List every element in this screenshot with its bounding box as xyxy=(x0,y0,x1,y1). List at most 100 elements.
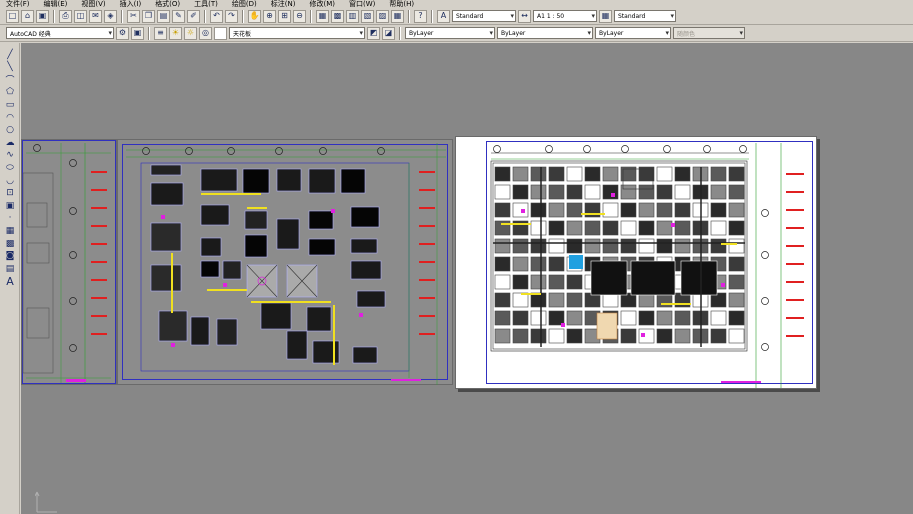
menu-item[interactable]: 文件(F) xyxy=(6,0,30,8)
pan-icon[interactable]: ✋ xyxy=(248,9,261,23)
line-icon[interactable]: ╱ xyxy=(4,49,16,60)
plan-room xyxy=(674,220,691,236)
plan-room xyxy=(530,328,547,344)
cut-icon[interactable]: ✂ xyxy=(127,9,140,23)
copy-icon[interactable]: ❐ xyxy=(142,9,155,23)
title-block-text xyxy=(91,225,107,227)
menu-item[interactable]: 标注(N) xyxy=(271,0,296,8)
revision-cloud-icon[interactable]: ☁ xyxy=(4,137,16,148)
make-object-layer-current-icon[interactable]: ◩ xyxy=(367,26,380,40)
zoom-realtime-icon[interactable]: ⊕ xyxy=(263,9,276,23)
plan-room xyxy=(566,220,583,236)
print-preview-icon[interactable]: ◫ xyxy=(74,9,87,23)
zoom-previous-icon[interactable]: ⊖ xyxy=(293,9,306,23)
construction-line-icon[interactable]: ╲ xyxy=(4,62,16,73)
hatch-icon[interactable]: ▦ xyxy=(4,225,16,236)
plan-room xyxy=(566,310,583,326)
help-icon[interactable]: ? xyxy=(414,9,427,23)
workspace-combo[interactable]: AutoCAD 经典 xyxy=(6,27,114,39)
plan-room xyxy=(656,310,673,326)
menu-item[interactable]: 插入(I) xyxy=(120,0,142,8)
markup-icon[interactable]: ▨ xyxy=(376,9,389,23)
undo-icon[interactable]: ↶ xyxy=(210,9,223,23)
color-combo[interactable]: ByLayer xyxy=(405,27,495,39)
ellipse-arc-icon[interactable]: ◡ xyxy=(4,175,16,186)
3d-dwf-icon[interactable]: ◈ xyxy=(104,9,117,23)
plan-room xyxy=(584,238,601,254)
sheet-set-icon[interactable]: ▧ xyxy=(361,9,374,23)
plan-room xyxy=(638,238,655,254)
region-icon[interactable]: ◙ xyxy=(4,251,16,262)
match-properties-icon[interactable]: ✎ xyxy=(172,9,185,23)
plan-room xyxy=(340,168,366,194)
table-icon[interactable]: ▤ xyxy=(4,263,16,274)
redo-icon[interactable]: ↷ xyxy=(225,9,238,23)
dim-style-combo[interactable]: A1 1 : 50 xyxy=(533,10,597,22)
print-icon[interactable]: ⎙ xyxy=(59,9,72,23)
grid-bubble xyxy=(377,147,385,155)
plan-room xyxy=(512,166,529,182)
text-style-combo[interactable]: Standard xyxy=(452,10,516,22)
multiline-text-icon[interactable]: A xyxy=(4,275,16,288)
calculator-icon[interactable]: ▦ xyxy=(391,9,404,23)
dimension-text xyxy=(171,343,175,347)
dimension-text xyxy=(223,283,227,287)
menu-item[interactable]: 帮助(H) xyxy=(389,0,414,8)
toolbar-separator xyxy=(148,26,150,40)
open-file-icon[interactable]: ⌂ xyxy=(21,9,34,23)
grid-bubble xyxy=(703,145,711,153)
circle-icon[interactable]: ○ xyxy=(4,125,16,136)
dimension-text xyxy=(247,207,267,209)
save-workspace-icon[interactable]: ▣ xyxy=(131,26,144,40)
design-center-icon[interactable]: ▩ xyxy=(331,9,344,23)
grid-bubble xyxy=(33,144,41,152)
save-icon[interactable]: ▣ xyxy=(36,9,49,23)
insert-block-icon[interactable]: ⊡ xyxy=(4,188,16,199)
layer-manager-icon[interactable]: ≡ xyxy=(154,26,167,40)
layer-previous-icon[interactable]: ◪ xyxy=(382,26,395,40)
properties-icon[interactable]: ▦ xyxy=(316,9,329,23)
dimension-text xyxy=(359,313,363,317)
rectangle-icon[interactable]: ▭ xyxy=(4,99,16,110)
arc-icon[interactable]: ◠ xyxy=(4,112,16,123)
point-icon[interactable]: · xyxy=(4,213,16,224)
plan-room xyxy=(548,184,565,200)
menu-item[interactable]: 视图(V) xyxy=(81,0,105,8)
new-file-icon[interactable]: □ xyxy=(6,9,19,23)
polygon-icon[interactable]: ⬠ xyxy=(4,87,16,98)
table-style-combo[interactable]: Standard xyxy=(614,10,676,22)
ellipse-icon[interactable]: ⬭ xyxy=(4,162,16,173)
tool-palettes-icon[interactable]: ▥ xyxy=(346,9,359,23)
menu-item[interactable]: 编辑(E) xyxy=(44,0,68,8)
autocad-window: 文件(F) 编辑(E) 视图(V) 插入(I) 格式(O) 工具(T) 绘图(D) 标注(N)… xyxy=(0,0,913,514)
menu-item[interactable]: 格式(O) xyxy=(155,0,180,8)
dimension-text xyxy=(333,305,335,365)
menu-item[interactable]: 绘图(D) xyxy=(232,0,257,8)
menu-item[interactable]: 窗口(W) xyxy=(349,0,375,8)
make-block-icon[interactable]: ▣ xyxy=(4,200,16,211)
plan-room xyxy=(222,260,242,280)
workspace-settings-icon[interactable]: ⚙ xyxy=(116,26,129,40)
spline-icon[interactable]: ∿ xyxy=(4,150,16,161)
linetype-combo[interactable]: ByLayer xyxy=(497,27,593,39)
plan-room xyxy=(548,328,565,344)
menu-item[interactable]: 工具(T) xyxy=(194,0,218,8)
plan-room xyxy=(656,184,673,200)
toolbar-separator xyxy=(431,9,433,23)
polyline-icon[interactable]: ⌒ xyxy=(4,74,16,86)
zoom-window-icon[interactable]: ⊞ xyxy=(278,9,291,23)
gradient-icon[interactable]: ▩ xyxy=(4,238,16,249)
menu-item[interactable]: 修改(M) xyxy=(309,0,335,8)
layer-combo[interactable]: 天花板 xyxy=(229,27,365,39)
plan-room xyxy=(260,302,292,330)
publish-icon[interactable]: ✉ xyxy=(89,9,102,23)
lineweight-combo[interactable]: ByLayer xyxy=(595,27,671,39)
drawing-canvas[interactable] xyxy=(21,43,913,514)
plan-room xyxy=(728,166,745,182)
block-editor-icon[interactable]: ✐ xyxy=(187,9,200,23)
paste-icon[interactable]: ▤ xyxy=(157,9,170,23)
plan-room xyxy=(620,238,637,254)
plan-room xyxy=(150,222,182,252)
plan-room xyxy=(548,256,565,272)
dimension-text xyxy=(641,333,645,337)
